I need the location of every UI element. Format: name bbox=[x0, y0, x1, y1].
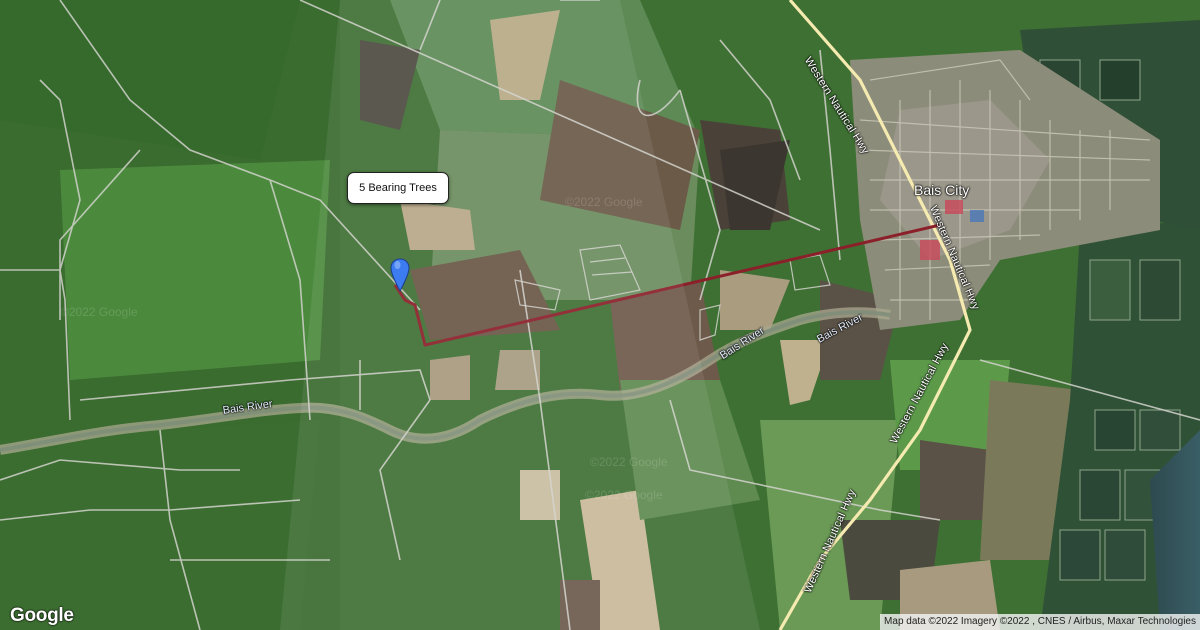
watermark: ©2022 Google bbox=[585, 488, 663, 502]
city-label: Bais City bbox=[914, 182, 970, 198]
map-attribution: Map data ©2022 Imagery ©2022 , CNES / Ai… bbox=[880, 614, 1200, 630]
watermark: ©2022 Google bbox=[565, 195, 643, 209]
watermark: ©2022 Google bbox=[590, 455, 668, 469]
marker-tooltip[interactable]: 5 Bearing Trees bbox=[347, 172, 449, 204]
google-logo[interactable]: Google bbox=[10, 605, 74, 627]
map-pin-icon[interactable] bbox=[389, 258, 411, 292]
satellite-imagery bbox=[0, 0, 1200, 630]
watermark: ©2022 Google bbox=[60, 305, 138, 319]
satellite-map[interactable]: ©2022 Google ©2022 Google ©2022 Google ©… bbox=[0, 0, 1200, 630]
